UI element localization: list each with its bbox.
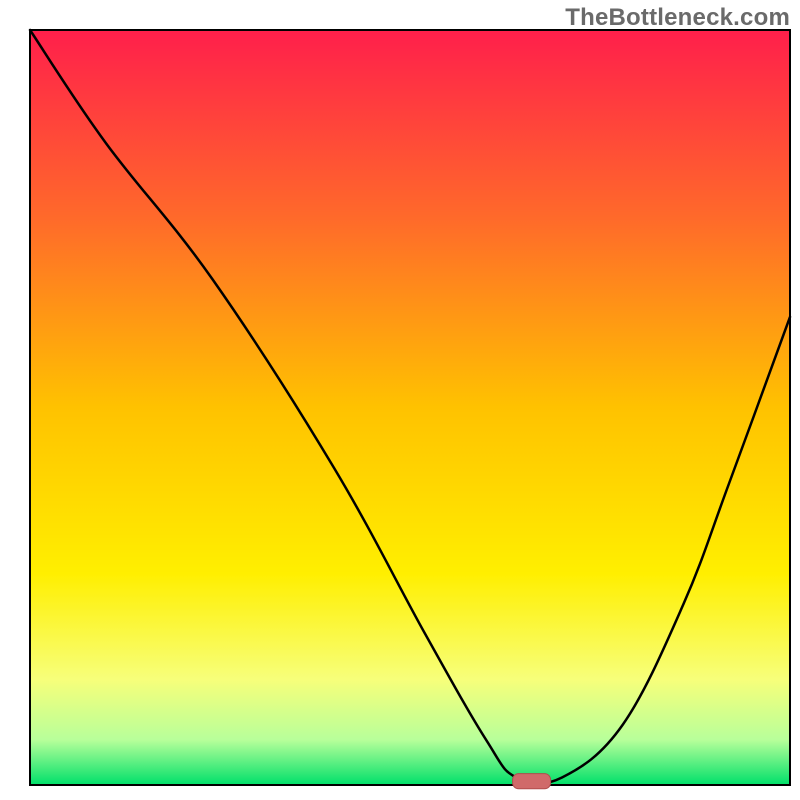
bottleneck-chart (0, 0, 800, 800)
plot-background (30, 30, 790, 785)
optimum-marker (513, 774, 551, 789)
chart-canvas: TheBottleneck.com (0, 0, 800, 800)
